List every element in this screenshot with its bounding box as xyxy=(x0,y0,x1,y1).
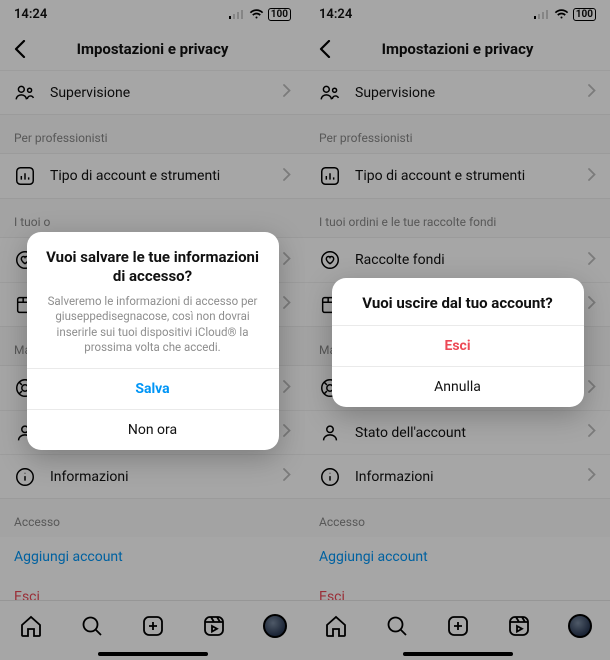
phone-right: 14:24 100 Impostazioni e privacy Supervi… xyxy=(305,0,610,660)
modal-logout: Vuoi uscire dal tuo account? Esci Annull… xyxy=(332,278,584,407)
modal-cancel-button[interactable]: Annulla xyxy=(332,366,584,407)
modal-save-login: Vuoi salvare le tue informazioni di acce… xyxy=(27,232,279,450)
phone-left: 14:24 100 Impostazioni e privacy Supervi… xyxy=(0,0,305,660)
modal-title: Vuoi salvare le tue informazioni di acce… xyxy=(43,248,263,286)
modal-notnow-button[interactable]: Non ora xyxy=(27,409,279,450)
modal-logout-button[interactable]: Esci xyxy=(332,325,584,366)
modal-save-button[interactable]: Salva xyxy=(27,368,279,409)
modal-description: Salveremo le informazioni di accesso per… xyxy=(43,294,263,356)
modal-title: Vuoi uscire dal tuo account? xyxy=(348,294,568,313)
